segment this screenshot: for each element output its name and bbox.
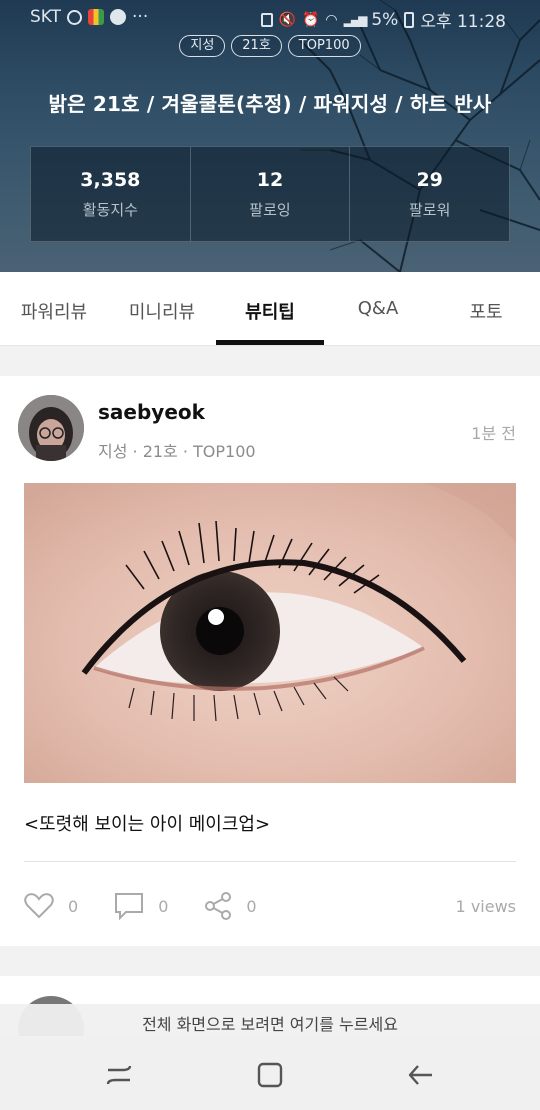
stat-following[interactable]: 12 팔로잉 [191,147,351,241]
avatar[interactable] [18,395,84,461]
stat-label: 팔로워 [408,201,451,219]
tag-skin-type[interactable]: 지성 [179,35,226,57]
comment-count: 0 [158,896,169,916]
stat-value: 12 [256,169,284,191]
home-icon[interactable] [255,1060,285,1090]
tab-power-review[interactable]: 파워리뷰 [0,272,108,345]
content-tabs: 파워리뷰 미니리뷰 뷰티팁 Q&A 포토 [0,272,540,346]
profile-header: SKT ··· 🔇 ⏰ ◠ ▂▄▆ 5% 오후 11:28 지성 21호 TOP… [0,0,540,272]
battery-percent: 5% [371,9,399,30]
battery-icon [404,11,415,28]
stat-followers[interactable]: 29 팔로워 [350,147,509,241]
like-button[interactable]: 0 [24,893,78,919]
post-image[interactable] [24,483,516,783]
comment-icon [115,893,144,920]
profile-tags: 지성 21호 TOP100 [0,35,540,57]
fullscreen-hint[interactable]: 전체 화면으로 보려면 여기를 누르세요 [0,1004,540,1038]
mute-icon: 🔇 [278,11,296,28]
stat-label: 활동지수 [82,201,138,219]
post-card[interactable]: saebyeok 지성 · 21호 · TOP100 1분 전 <또렷해 보이는… [0,376,540,946]
more-notifications-icon: ··· [132,7,149,27]
heart-icon [24,893,54,919]
status-bar: SKT ··· 🔇 ⏰ ◠ ▂▄▆ 5% 오후 11:28 [0,0,540,36]
share-count: 0 [246,896,257,916]
alarm-icon: ⏰ [301,11,320,28]
clock: 오후 11:28 [420,12,506,32]
tab-photo[interactable]: 포토 [432,272,540,345]
stat-activity[interactable]: 3,358 활동지수 [31,147,191,241]
profile-description: 밝은 21호 / 겨울쿨톤(추정) / 파워지성 / 하트 반사 [48,92,492,116]
wifi-icon: ◠ [325,11,338,28]
signal-icon: ▂▄▆ [343,12,368,27]
profile-stats: 3,358 활동지수 12 팔로잉 29 팔로워 [30,146,510,242]
tag-rank[interactable]: TOP100 [287,35,361,57]
divider [24,861,516,862]
stat-label: 팔로잉 [249,201,291,219]
post-actions: 0 0 0 1 views [24,886,516,926]
tab-beauty-tip[interactable]: 뷰티팁 [216,272,324,345]
stat-value: 29 [416,169,443,191]
screen: SKT ··· 🔇 ⏰ ◠ ▂▄▆ 5% 오후 11:28 지성 21호 TOP… [0,0,540,1110]
like-count: 0 [68,896,79,916]
view-count: 1 views [455,896,516,916]
tab-mini-review[interactable]: 미니리뷰 [108,272,216,345]
share-icon [205,892,232,920]
back-icon[interactable] [406,1060,436,1090]
share-button[interactable]: 0 [204,892,257,920]
author-meta: 지성 · 21호 · TOP100 [98,442,256,461]
system-navigation-bar [0,1038,540,1110]
post-author[interactable]: saebyeok [98,400,205,424]
google-icon [67,9,83,25]
comment-button[interactable]: 0 [114,892,168,920]
messenger-icon [110,9,127,25]
stat-value: 3,358 [80,169,141,191]
recent-apps-icon[interactable] [104,1060,134,1090]
app-notification-icon [88,9,105,25]
post-time: 1분 전 [471,424,516,443]
tag-skin-tone[interactable]: 21호 [231,35,282,57]
lock-icon [260,12,273,27]
tab-qna[interactable]: Q&A [324,272,432,345]
post-title[interactable]: <또렷해 보이는 아이 메이크업> [24,810,270,836]
carrier-label: SKT [30,7,62,27]
